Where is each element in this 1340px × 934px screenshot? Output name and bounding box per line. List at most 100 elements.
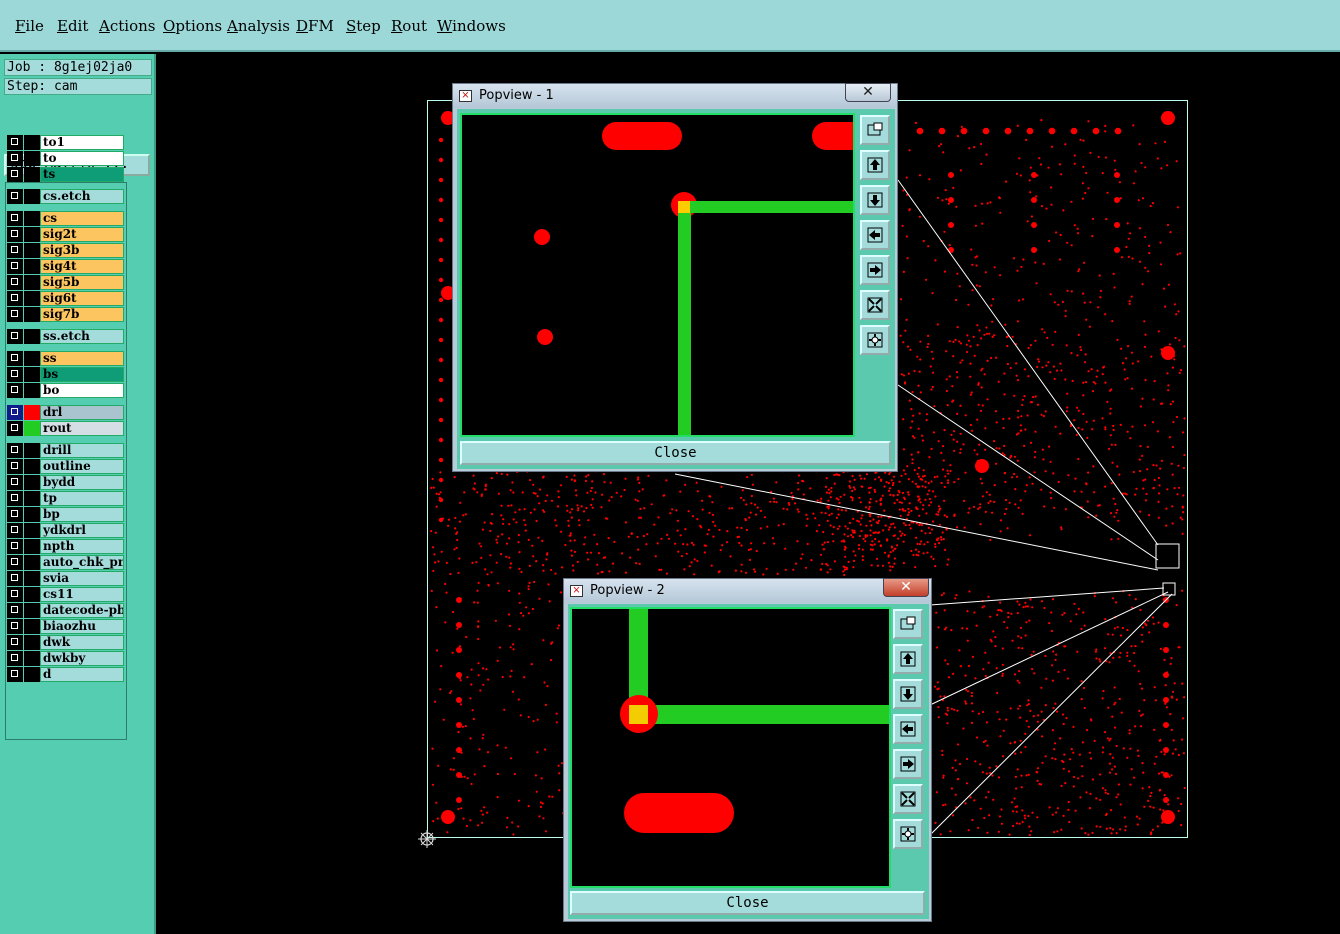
drill-hole xyxy=(950,433,953,436)
drill-hole xyxy=(1017,409,1020,412)
pan-down-icon[interactable] xyxy=(893,679,923,709)
drill-hole xyxy=(1072,725,1075,729)
pan-up-icon[interactable] xyxy=(893,644,923,674)
drill-hole xyxy=(1061,613,1064,616)
drill-hole xyxy=(924,278,928,281)
drill-hole xyxy=(763,542,766,545)
drill-hole xyxy=(1112,428,1115,431)
drill-hole xyxy=(937,706,940,709)
drill-hole xyxy=(942,774,945,777)
drill-hole xyxy=(884,524,887,527)
drill-hole xyxy=(936,323,939,326)
drill-hole xyxy=(637,476,640,479)
drill-hole xyxy=(1020,265,1023,268)
drill-hole xyxy=(843,493,846,496)
zoom-out-icon[interactable] xyxy=(893,819,923,849)
drill-hole xyxy=(1074,477,1077,480)
drill-hole xyxy=(1099,773,1102,776)
drill-hole xyxy=(472,717,475,721)
drill-hole xyxy=(1084,832,1087,835)
drill-hole xyxy=(1124,492,1127,495)
drill-hole xyxy=(536,718,539,721)
drill-hole xyxy=(1163,794,1166,797)
popview-2-viewport[interactable] xyxy=(570,607,891,888)
drill-hole xyxy=(973,449,976,452)
drill-hole xyxy=(1130,645,1133,648)
drill-hole xyxy=(791,498,794,501)
drill-hole xyxy=(1033,456,1036,459)
zoom-window-icon[interactable] xyxy=(893,609,923,639)
drill-hole xyxy=(981,222,984,225)
pan-right-icon[interactable] xyxy=(860,255,890,285)
drill-hole xyxy=(920,540,923,543)
drill-hole xyxy=(924,480,927,483)
zoom-in-icon[interactable] xyxy=(893,784,923,814)
drill-hole xyxy=(999,519,1003,522)
drill-hole xyxy=(573,539,576,542)
drill-hole xyxy=(624,521,628,524)
drill-hole xyxy=(898,491,901,494)
drill-hole xyxy=(872,531,875,534)
pan-down-icon[interactable] xyxy=(860,185,890,215)
drill-hole xyxy=(920,524,924,527)
popview-2-titlebar[interactable]: × Popview - 2 ✕ xyxy=(564,578,931,603)
drill-hole xyxy=(965,688,968,691)
zoom-out-icon[interactable] xyxy=(860,325,890,355)
drill-hole xyxy=(934,495,937,498)
drill-hole xyxy=(944,659,947,662)
drill-hole xyxy=(484,488,487,491)
drill-hole xyxy=(858,534,862,538)
drill-hole xyxy=(567,524,570,527)
drill-hole xyxy=(913,469,916,472)
drill-hole xyxy=(531,544,534,547)
drill-hole xyxy=(518,601,521,604)
drill-hole xyxy=(919,340,922,343)
pan-up-icon[interactable] xyxy=(860,150,890,180)
drill-hole xyxy=(1059,737,1062,740)
drill-hole xyxy=(439,688,442,691)
drill-hole xyxy=(667,537,671,540)
drill-hole xyxy=(1049,371,1052,374)
drill-hole xyxy=(997,380,1000,383)
drill-hole xyxy=(918,543,922,546)
drill-hole xyxy=(476,601,479,604)
zoom-in-icon[interactable] xyxy=(860,290,890,320)
popview-2-close-x-button[interactable]: ✕ xyxy=(883,578,929,597)
drill-hole xyxy=(1089,301,1092,304)
pan-right-icon[interactable] xyxy=(893,749,923,779)
drill-hole xyxy=(1152,806,1155,809)
popview-1-viewport[interactable] xyxy=(460,113,855,437)
drill-hole xyxy=(570,478,574,481)
drill-hole xyxy=(1096,369,1099,372)
popview-1-close-x-button[interactable]: ✕ xyxy=(845,83,891,102)
drill-hole xyxy=(1091,428,1094,431)
drill-hole xyxy=(1036,403,1040,406)
drill-hole xyxy=(1066,289,1069,292)
drill-hole xyxy=(1025,138,1028,141)
popview-1-titlebar[interactable]: × Popview - 1 ✕ xyxy=(453,83,897,108)
drill-hole xyxy=(1143,320,1146,323)
popview-2-close-button[interactable]: Close xyxy=(570,891,925,915)
drill-hole xyxy=(1026,220,1029,223)
drill-hole xyxy=(1034,339,1037,342)
drill-hole xyxy=(953,481,956,484)
drill-hole xyxy=(907,493,910,496)
drill-hole xyxy=(871,540,874,543)
drill-hole xyxy=(463,491,466,494)
popview-1-close-button[interactable]: Close xyxy=(460,441,891,465)
pan-left-icon[interactable] xyxy=(860,220,890,250)
drill-hole xyxy=(684,528,687,531)
zoom-window-icon[interactable] xyxy=(860,115,890,145)
drill-hole xyxy=(1071,379,1074,382)
drill-hole xyxy=(898,480,901,483)
drill-hole xyxy=(487,583,490,587)
drill-hole xyxy=(1170,462,1173,465)
drill-hole xyxy=(437,764,440,767)
drill-hole xyxy=(1034,430,1037,433)
drill-hole xyxy=(755,549,758,553)
drill-hole xyxy=(1044,654,1047,658)
pan-left-icon[interactable] xyxy=(893,714,923,744)
drill-hole xyxy=(782,507,785,510)
drill-hole xyxy=(1119,803,1122,806)
drill-hole xyxy=(868,505,871,508)
